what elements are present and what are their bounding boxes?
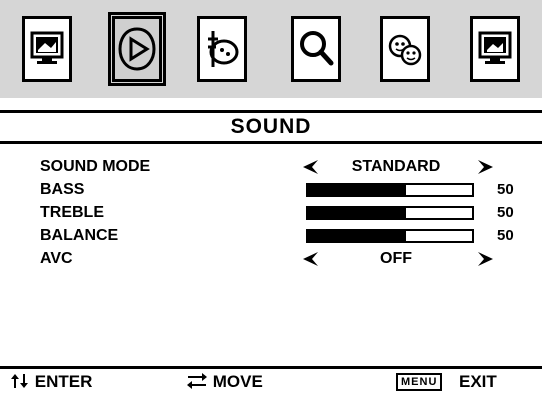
left-right-arrows-icon: [187, 373, 207, 389]
menu-key-badge[interactable]: MENU: [396, 373, 443, 391]
move-hint: MOVE: [186, 369, 263, 395]
treble-label: TREBLE: [40, 204, 104, 221]
up-down-arrows-icon: [11, 374, 28, 388]
tab-search[interactable]: [291, 16, 341, 82]
tab-option[interactable]: [380, 16, 430, 82]
tab-time[interactable]: [197, 16, 247, 82]
search-icon: [300, 31, 334, 66]
key-hint-bar: ENTER MOVE MENU EXIT: [0, 366, 542, 395]
sound-icon: [118, 27, 156, 71]
avc-row[interactable]: AVC OFF: [0, 248, 542, 270]
avc-value: OFF: [380, 250, 412, 267]
bass-slider[interactable]: [306, 183, 474, 197]
lock-icon: [478, 31, 512, 64]
balance-slider-fill: [308, 231, 407, 241]
time-icon: [208, 31, 239, 67]
treble-value: 50: [497, 204, 514, 221]
arrow-right-icon[interactable]: [477, 252, 493, 266]
option-icon: [388, 34, 422, 66]
sound-mode-label: SOUND MODE: [40, 158, 151, 175]
sound-osd-menu: SOUND SOUND MODE STANDARD BASS 50 TREBLE: [0, 0, 542, 395]
tab-lock[interactable]: [470, 16, 520, 82]
treble-row[interactable]: TREBLE 50: [0, 202, 542, 224]
treble-slider-fill: [308, 208, 407, 218]
tab-picture[interactable]: [22, 16, 72, 82]
enter-label: ENTER: [34, 372, 93, 391]
tab-sound[interactable]: [108, 12, 166, 86]
arrow-right-icon[interactable]: [477, 160, 493, 174]
picture-icon: [30, 31, 64, 64]
balance-slider[interactable]: [306, 229, 474, 243]
bass-value: 50: [497, 181, 514, 198]
balance-row[interactable]: BALANCE 50: [0, 225, 542, 247]
enter-hint: ENTER: [10, 369, 92, 395]
arrow-left-icon[interactable]: [303, 252, 319, 266]
menu-title: SOUND: [0, 110, 542, 144]
arrow-left-icon[interactable]: [303, 160, 319, 174]
sound-mode-row[interactable]: SOUND MODE STANDARD: [0, 156, 542, 178]
bass-row[interactable]: BASS 50: [0, 179, 542, 201]
treble-slider[interactable]: [306, 206, 474, 220]
sound-mode-value: STANDARD: [351, 158, 441, 175]
move-label: MOVE: [212, 372, 263, 391]
settings-list: SOUND MODE STANDARD BASS 50 TREBLE 50 BA…: [0, 144, 542, 364]
exit-label[interactable]: EXIT: [459, 369, 497, 395]
menu-tab-bar: [0, 0, 542, 98]
balance-label: BALANCE: [40, 227, 119, 244]
avc-label: AVC: [40, 250, 73, 267]
balance-value: 50: [497, 227, 514, 244]
bass-label: BASS: [40, 181, 85, 198]
bass-slider-fill: [308, 185, 407, 195]
